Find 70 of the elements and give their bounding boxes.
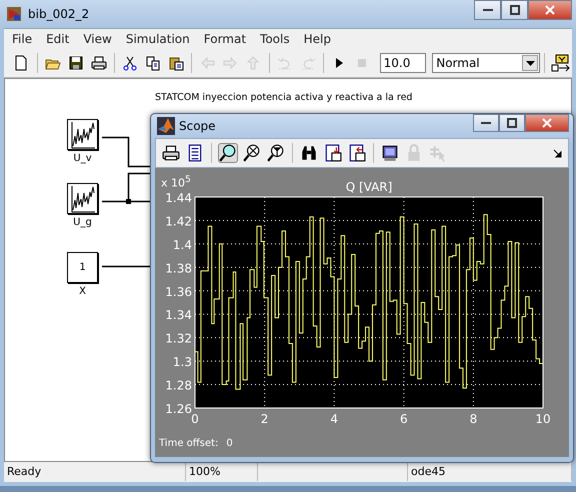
- printer-icon[interactable]: [90, 55, 107, 71]
- tick-label: 1.32: [165, 332, 192, 346]
- menu-item[interactable]: Tools: [254, 32, 296, 46]
- stop-time-field[interactable]: 10.0: [380, 53, 426, 73]
- tick-label: 1.28: [165, 378, 192, 393]
- axis-multiplier: x 10$^{5}$: [161, 174, 191, 190]
- minimize-icon: [481, 122, 491, 124]
- window-title: bib_002_2: [28, 7, 90, 21]
- time-offset-label: Time offset:: [159, 438, 218, 449]
- menu-item[interactable]: View: [77, 32, 118, 46]
- matlab-logo-icon: [157, 117, 175, 135]
- signal-block[interactable]: [67, 183, 98, 214]
- tick-label: 1.42: [165, 214, 192, 228]
- restore-axes-icon[interactable]: [348, 144, 366, 162]
- clipboard-icon[interactable]: [168, 55, 184, 71]
- menu-item[interactable]: Edit: [40, 32, 76, 46]
- zoom-x-icon[interactable]: [243, 144, 261, 162]
- constant-block[interactable]: 1: [67, 252, 98, 283]
- tick-label: 8: [470, 412, 478, 426]
- tick-label: 1.26: [165, 402, 192, 416]
- tick-label: 1.34: [165, 308, 192, 322]
- tick-label: 4: [330, 412, 338, 426]
- save-axes-icon[interactable]: [324, 144, 342, 162]
- dock-arrow-icon[interactable]: [553, 148, 562, 158]
- tick-label: 10: [535, 412, 551, 426]
- waveform-icon: [70, 184, 96, 212]
- parameters-icon[interactable]: [186, 144, 204, 162]
- scissors-icon[interactable]: [122, 55, 138, 71]
- block-label: U_v: [73, 153, 92, 164]
- maximize-icon: [510, 5, 520, 15]
- printer-icon[interactable]: [162, 144, 180, 162]
- menu-item[interactable]: Simulation: [120, 32, 196, 46]
- waveform-icon: [70, 120, 96, 148]
- tick-label: 1.44: [165, 191, 192, 205]
- tick-label: 1.4: [172, 238, 192, 252]
- menu-item[interactable]: Format: [198, 32, 252, 46]
- maximize-icon: [507, 118, 517, 128]
- minimize-icon: [482, 9, 492, 11]
- maximize-button[interactable]: [501, 0, 528, 20]
- tick-label: 2: [260, 412, 268, 426]
- window-title: Scope: [179, 119, 216, 133]
- block-label: X: [79, 286, 86, 297]
- maximize-button[interactable]: [499, 114, 525, 132]
- tick-label: 0: [191, 412, 199, 426]
- close-button[interactable]: [528, 0, 572, 20]
- binoculars-icon[interactable]: [300, 144, 318, 162]
- menu-item[interactable]: File: [6, 32, 38, 46]
- simulation-mode-dropdown[interactable]: Normal: [432, 53, 540, 73]
- monitor-icon[interactable]: [381, 144, 399, 162]
- minimize-button[interactable]: [473, 114, 499, 132]
- zoom-icon[interactable]: [219, 144, 237, 162]
- tick-label: 1.36: [165, 284, 192, 299]
- menu-item[interactable]: Help: [298, 32, 337, 46]
- tick-label: 1.38: [165, 261, 192, 276]
- close-button[interactable]: [525, 114, 569, 132]
- close-icon: [542, 118, 552, 128]
- document-icon[interactable]: [13, 55, 30, 71]
- tick-label: 6: [400, 412, 408, 426]
- time-offset-value: 0: [226, 438, 233, 449]
- simulink-model-icon: [6, 6, 22, 22]
- library-browser-icon[interactable]: [550, 54, 571, 72]
- minimize-button[interactable]: [474, 0, 501, 20]
- block-label: U_g: [73, 217, 92, 228]
- zoom-y-icon[interactable]: [267, 144, 285, 162]
- annotation-text: STATCOM inyeccion potencia activa y reactiva a la red: [155, 92, 412, 103]
- close-icon: [545, 5, 555, 15]
- copy-icon[interactable]: [145, 55, 162, 71]
- tick-label: 1.3: [172, 355, 192, 370]
- signal-block[interactable]: [67, 119, 98, 150]
- chart-title: Q [VAR]: [346, 180, 392, 194]
